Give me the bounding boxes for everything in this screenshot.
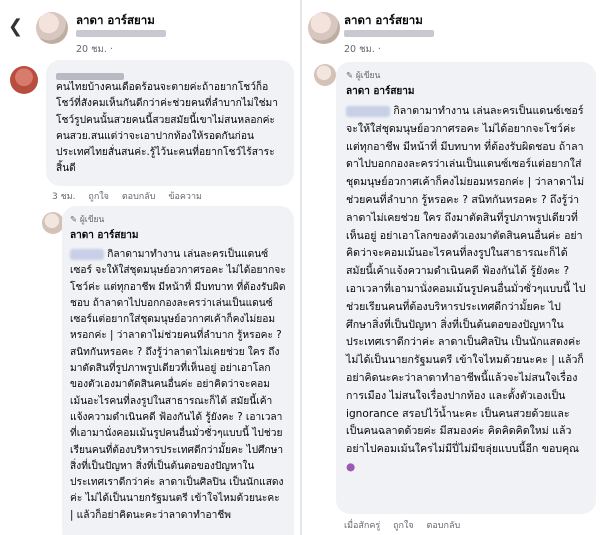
like-button[interactable]: ถูกใจ <box>393 521 414 531</box>
redacted-subtitle <box>344 30 434 37</box>
reply-text-content: กิลาดามาทำงาน เล่นละครเป็นแดนซ์เซอร์ จะใ… <box>70 249 286 521</box>
reply-text: กิลาดามาทำงาน เล่นละครเป็นแดนซ์เซอร์ จะใ… <box>70 247 286 524</box>
pen-icon: ✎ <box>70 215 78 225</box>
comment-time: 3 ชม. <box>52 192 76 202</box>
post-time-text: 20 ชม. <box>344 44 375 55</box>
reply-author-avatar[interactable] <box>42 212 64 234</box>
post-time-text: 20 ชม. <box>76 44 107 55</box>
more-button[interactable]: ข้อความ <box>168 192 202 202</box>
commenter-name[interactable] <box>56 66 284 80</box>
post-author-subtitle <box>344 28 434 39</box>
reply-text: กิลาดามาทำงาน เล่นละครเป็นแดนซ์เซอร์ จะใ… <box>346 103 586 477</box>
reply-bubble: ✎ ผู้เขียน ลาดา อาร์สยาม กิลาดามาทำงาน เ… <box>336 62 596 514</box>
author-badge-label: ผู้เขียน <box>355 71 381 81</box>
author-badge: ✎ ผู้เขียน <box>346 68 586 82</box>
post-time: 20 ชม. · <box>76 42 113 57</box>
author-badge: ✎ ผู้เขียน <box>70 212 286 226</box>
left-screenshot: ❮ ลาดา อาร์สยาม 20 ชม. · คนไทยบ้างคนเดือ… <box>0 0 300 535</box>
reply-text-content: กิลาดามาทำงาน เล่นละครเป็นแดนซ์เซอร์ จะใ… <box>346 105 586 456</box>
comment-bubble: คนไทยบ้างคนเดือดร้อนจะตายค่ะถ้าอยากโชว์ก… <box>46 60 294 186</box>
reply-actions: เมื่อสักครู่ ถูกใจ ตอบกลับ <box>344 518 470 532</box>
redacted-subtitle <box>76 30 166 37</box>
post-time: 20 ชม. · <box>344 42 381 57</box>
reply-bubble: ✎ ผู้เขียน ลาดา อาร์สยาม กิลาดามาทำงาน เ… <box>62 206 294 535</box>
reply-button[interactable]: ตอบกลับ <box>122 192 156 202</box>
reply-author-avatar[interactable] <box>314 64 336 86</box>
author-badge-label: ผู้เขียน <box>79 215 105 225</box>
like-button[interactable]: ถูกใจ <box>88 192 109 202</box>
post-header: ลาดา อาร์สยาม 20 ชม. · <box>302 6 600 57</box>
reply-button[interactable]: ตอบกลับ <box>427 521 461 531</box>
chevron-left-icon[interactable]: ❮ <box>8 16 23 37</box>
author-avatar[interactable] <box>308 12 340 44</box>
author-avatar[interactable] <box>36 12 68 44</box>
redacted-mention <box>70 248 104 260</box>
comment-actions: 3 ชม. ถูกใจ ตอบกลับ ข้อความ <box>52 189 212 203</box>
redacted-mention <box>346 105 390 117</box>
globe-icon: · <box>377 44 381 55</box>
pen-icon: ✎ <box>346 71 354 81</box>
redacted-name <box>56 73 124 80</box>
post-author-subtitle <box>76 28 166 39</box>
post-header: ❮ ลาดา อาร์สยาม 20 ชม. · <box>0 6 300 57</box>
reply-author[interactable]: ลาดา อาร์สยาม <box>70 228 286 243</box>
comment-text: คนไทยบ้างคนเดือดร้อนจะตายค่ะถ้าอยากโชว์ก… <box>56 82 278 175</box>
emoji-icon: ● <box>346 460 356 473</box>
reply-time: เมื่อสักครู่ <box>344 521 381 531</box>
right-screenshot: ลาดา อาร์สยาม 20 ชม. · ✎ ผู้เขียน ลาดา อ… <box>300 0 600 535</box>
globe-icon: · <box>109 44 113 55</box>
commenter-avatar[interactable] <box>10 66 38 94</box>
reply-author[interactable]: ลาดา อาร์สยาม <box>346 84 586 99</box>
